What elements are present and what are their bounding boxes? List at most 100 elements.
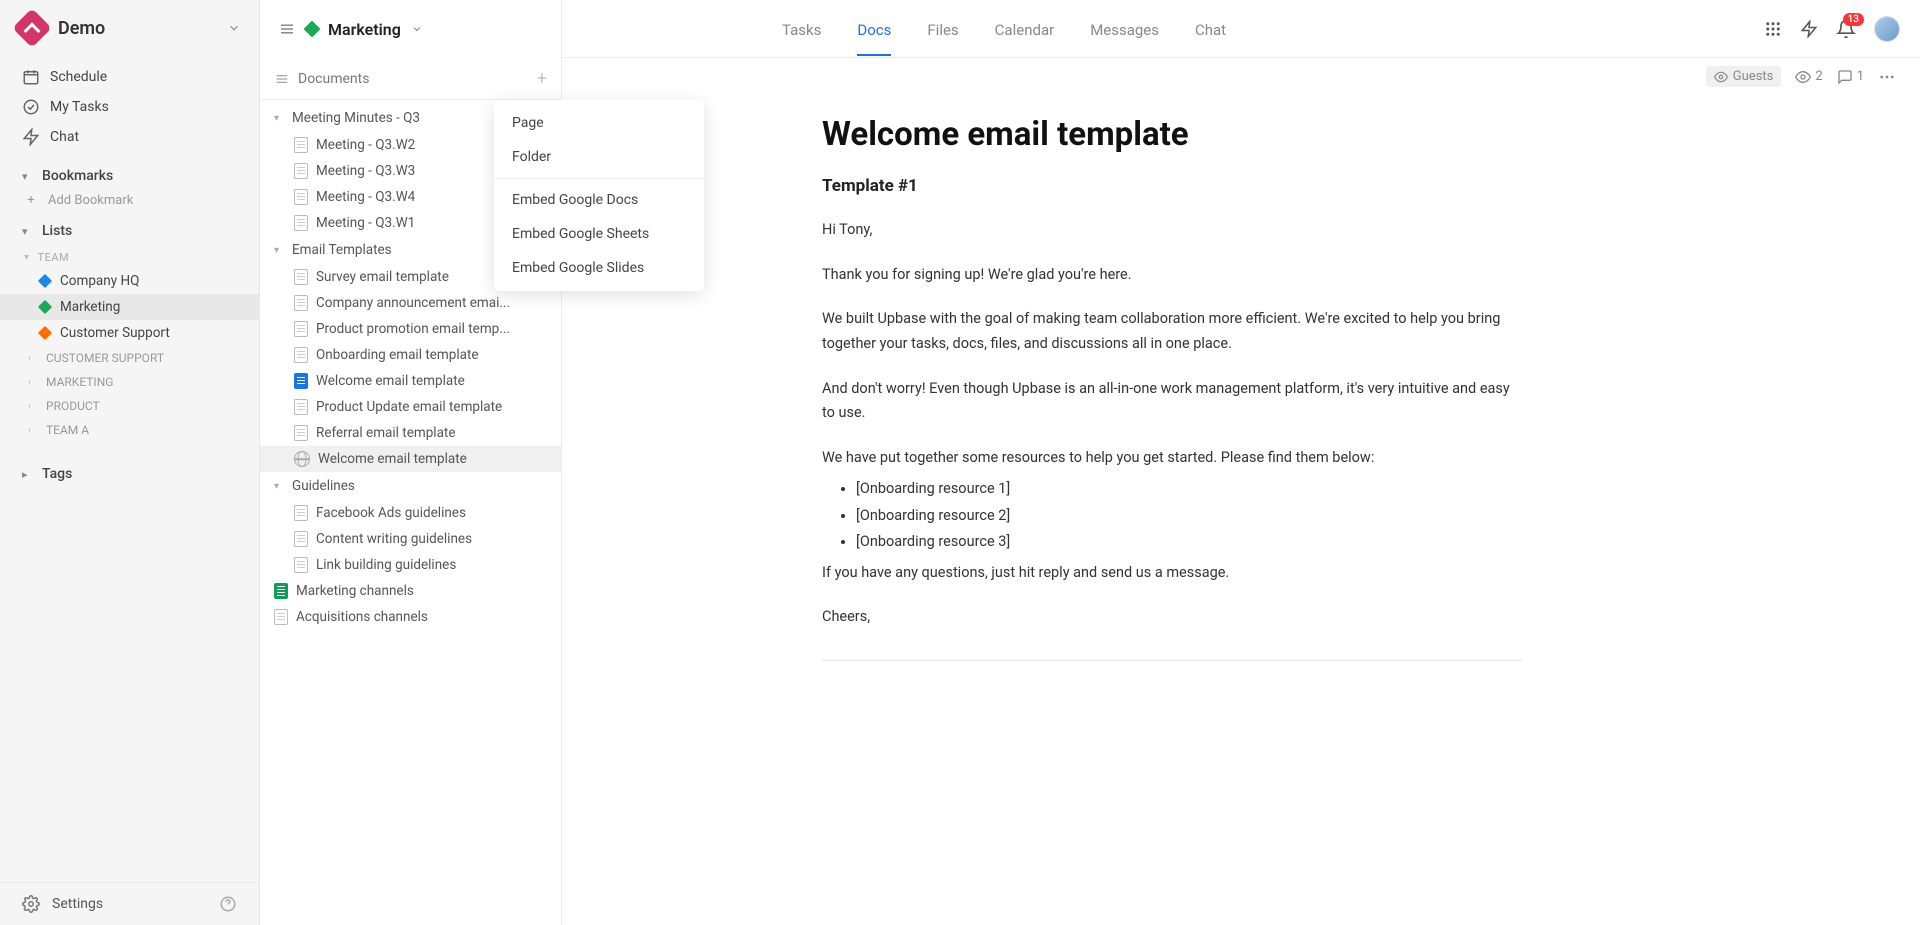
header-right: 13 xyxy=(1764,16,1900,42)
doc-icon xyxy=(294,321,308,337)
doc-icon xyxy=(294,137,308,153)
doc-item-label: Welcome email template xyxy=(316,373,465,389)
doc-item-label: Welcome email template xyxy=(318,451,467,467)
doc-item[interactable]: Onboarding email template xyxy=(260,342,561,368)
tags-section[interactable]: ▸ Tags xyxy=(0,456,259,486)
notifications-button[interactable]: 13 xyxy=(1836,19,1856,39)
chevron-down-icon xyxy=(411,23,423,35)
guests-chip[interactable]: Guests xyxy=(1706,66,1782,87)
doc-item[interactable]: Referral email template xyxy=(260,420,561,446)
bookmarks-section[interactable]: ▾ Bookmarks xyxy=(0,158,259,188)
team-group[interactable]: ▾ TEAM xyxy=(0,243,259,268)
lightning-button[interactable] xyxy=(1800,20,1818,38)
doc-item[interactable]: Facebook Ads guidelines xyxy=(260,500,561,526)
doc-icon xyxy=(294,347,308,363)
list-company-hq[interactable]: Company HQ xyxy=(0,268,259,294)
comment-icon xyxy=(1837,69,1853,85)
tab-calendar[interactable]: Calendar xyxy=(995,3,1055,55)
lists-section[interactable]: ▾ Lists xyxy=(0,213,259,243)
folder-customer-support[interactable]: › CUSTOMER SUPPORT xyxy=(0,346,259,370)
menu-icon[interactable] xyxy=(278,20,296,38)
nav-chat-label: Chat xyxy=(50,129,79,145)
doc-title: Welcome email template xyxy=(822,115,1522,154)
doc-item-selected[interactable]: Welcome email template xyxy=(260,446,561,472)
caret-down-icon: ▾ xyxy=(274,481,286,492)
diamond-icon xyxy=(38,274,52,288)
more-button[interactable] xyxy=(1878,68,1896,86)
folder-label: PRODUCT xyxy=(46,399,100,413)
lightning-icon xyxy=(22,128,40,146)
google-sheet-icon xyxy=(274,583,288,599)
list-customer-support[interactable]: Customer Support xyxy=(0,320,259,346)
doc-item[interactable]: Link building guidelines xyxy=(260,552,561,578)
doc-folder[interactable]: ▾Guidelines xyxy=(260,472,561,500)
doc-content[interactable]: Welcome email template Template #1 Hi To… xyxy=(822,115,1522,661)
doc-item[interactable]: Content writing guidelines xyxy=(260,526,561,552)
list-marketing[interactable]: Marketing xyxy=(0,294,259,320)
help-button[interactable] xyxy=(219,895,237,913)
nav-schedule-label: Schedule xyxy=(50,69,107,85)
tab-tasks[interactable]: Tasks xyxy=(782,3,821,55)
caret-down-icon: ▾ xyxy=(274,113,286,124)
menu-folder[interactable]: Folder xyxy=(494,140,704,174)
doc-item-label: Product Update email template xyxy=(316,399,502,415)
doc-icon xyxy=(294,295,308,311)
tab-messages[interactable]: Messages xyxy=(1090,3,1159,55)
tab-group: Tasks Docs Files Calendar Messages Chat xyxy=(782,3,1226,55)
doc-paragraph: We have put together some resources to h… xyxy=(822,446,1522,471)
doc-folder-label: Email Templates xyxy=(292,242,392,258)
user-avatar[interactable] xyxy=(1874,16,1900,42)
doc-item[interactable]: Company announcement emai... xyxy=(260,290,561,316)
google-doc-icon xyxy=(294,373,308,389)
apps-button[interactable] xyxy=(1764,20,1782,38)
diamond-icon xyxy=(304,21,321,38)
views-meta[interactable]: 2 xyxy=(1795,69,1822,85)
menu-page[interactable]: Page xyxy=(494,106,704,140)
doc-paragraph: And don't worry! Even though Upbase is a… xyxy=(822,377,1522,426)
tab-chat[interactable]: Chat xyxy=(1195,3,1226,55)
doc-meta-bar: Guests 2 1 xyxy=(562,58,1920,95)
folder-marketing[interactable]: › MARKETING xyxy=(0,370,259,394)
settings-button[interactable] xyxy=(22,895,40,913)
tab-docs[interactable]: Docs xyxy=(857,3,891,55)
folder-team-a[interactable]: › TEAM A xyxy=(0,418,259,442)
list-label: Company HQ xyxy=(60,273,139,289)
diamond-icon xyxy=(38,326,52,340)
doc-icon xyxy=(294,557,308,573)
doc-item[interactable]: Acquisitions channels xyxy=(260,604,561,630)
doc-icon xyxy=(274,609,288,625)
doc-item-label: Marketing channels xyxy=(296,583,414,599)
folder-label: TEAM A xyxy=(46,423,89,437)
caret-right-icon: › xyxy=(28,401,38,412)
workspace-switcher[interactable]: Demo xyxy=(0,0,259,56)
docs-space-header[interactable]: Marketing xyxy=(260,0,561,58)
team-group-label: TEAM xyxy=(38,251,70,264)
main-area: Tasks Docs Files Calendar Messages Chat … xyxy=(562,0,1920,925)
folder-product[interactable]: › PRODUCT xyxy=(0,394,259,418)
folder-label: MARKETING xyxy=(46,375,113,389)
doc-icon xyxy=(294,269,308,285)
menu-embed-gsheets[interactable]: Embed Google Sheets xyxy=(494,217,704,251)
doc-item[interactable]: Product promotion email temp... xyxy=(260,316,561,342)
nav-mytasks[interactable]: My Tasks xyxy=(0,92,259,122)
menu-embed-gslides[interactable]: Embed Google Slides xyxy=(494,251,704,285)
settings-label[interactable]: Settings xyxy=(52,896,207,912)
comments-meta[interactable]: 1 xyxy=(1837,69,1864,85)
doc-paragraph: We built Upbase with the goal of making … xyxy=(822,307,1522,356)
doc-item[interactable]: Marketing channels xyxy=(260,578,561,604)
list-icon xyxy=(274,71,290,87)
doc-icon xyxy=(294,189,308,205)
doc-item[interactable]: Product Update email template xyxy=(260,394,561,420)
doc-list: [Onboarding resource 1] [Onboarding reso… xyxy=(856,476,1522,554)
add-document-button[interactable]: + xyxy=(537,68,547,89)
nav-chat[interactable]: Chat xyxy=(0,122,259,152)
doc-icon xyxy=(294,163,308,179)
doc-item-active[interactable]: Welcome email template xyxy=(260,368,561,394)
menu-embed-gdocs[interactable]: Embed Google Docs xyxy=(494,183,704,217)
doc-list-item: [Onboarding resource 1] xyxy=(856,476,1522,502)
nav-schedule[interactable]: Schedule xyxy=(0,62,259,92)
tab-files[interactable]: Files xyxy=(927,3,958,55)
add-bookmark[interactable]: + Add Bookmark xyxy=(0,188,259,213)
doc-paragraph: Hi Tony, xyxy=(822,218,1522,243)
bookmarks-label: Bookmarks xyxy=(42,168,113,184)
